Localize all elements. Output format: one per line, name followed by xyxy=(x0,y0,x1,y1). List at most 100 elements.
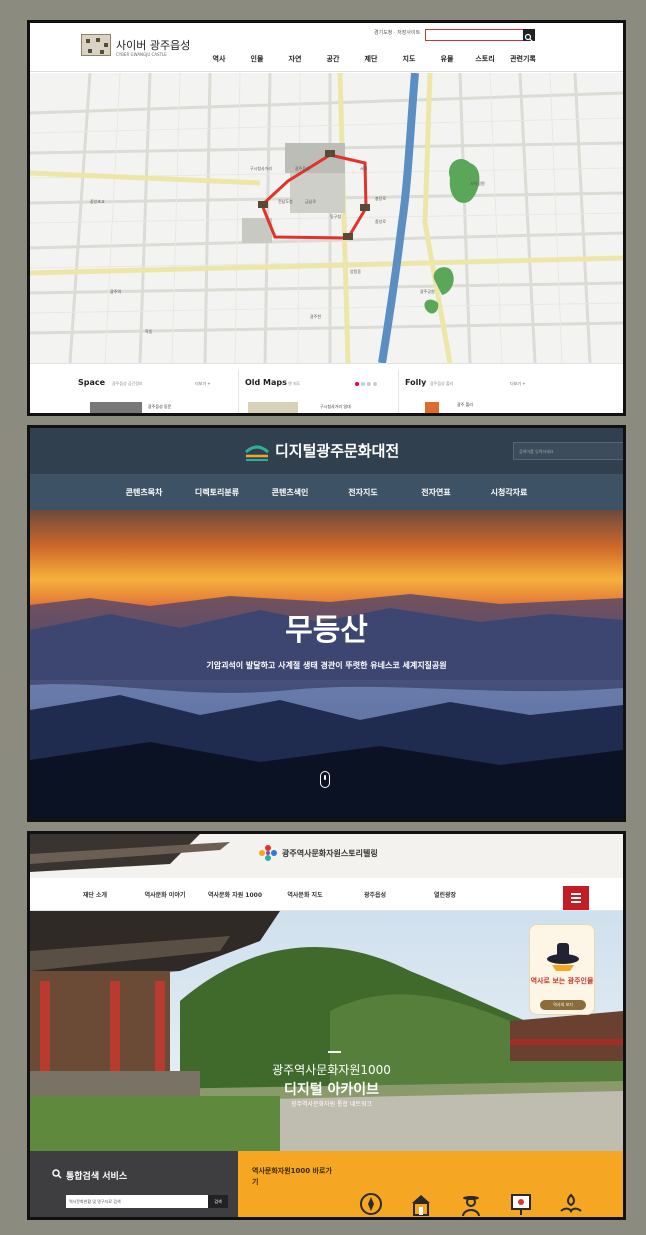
oldmap-thumbnail[interactable] xyxy=(248,402,298,413)
nav-item-relics[interactable]: 유물 xyxy=(428,54,466,64)
map-canvas: 광주읍성 서원충장로 사직공원중앙초교 구시청사거리 전남도청 금남로동구청 중앙로양… xyxy=(30,72,623,364)
info-sections: Space 광주읍성 공간정보 더보기 + 광주읍성 동문 Old Maps 옛… xyxy=(30,363,623,413)
svg-text:광주읍성: 광주읍성 xyxy=(295,165,310,171)
svg-text:충장로: 충장로 xyxy=(375,195,386,201)
nav-item-map[interactable]: 지도 xyxy=(390,54,428,64)
search-button[interactable] xyxy=(523,29,535,42)
folly-item-title[interactable]: 광주 폴리 xyxy=(457,402,473,408)
svg-text:중앙로: 중앙로 xyxy=(375,218,386,224)
svg-text:중앙초교: 중앙초교 xyxy=(90,198,105,204)
nav-item-castle[interactable]: 광주읍성 xyxy=(340,890,410,899)
space-item-title[interactable]: 광주읍성 동문 xyxy=(148,404,171,410)
site-logo-subtext: CYBER GWANGJU CASTLE xyxy=(116,52,167,57)
nav-item-forum[interactable]: 열린광장 xyxy=(410,890,480,899)
resource-shortcuts-panel: 역사문화자원1000 바로가기 xyxy=(238,1151,623,1217)
hero-kicker: 광주역사문화자원1000 xyxy=(272,1063,391,1077)
castle-map[interactable]: 광주읍성 서원충장로 사직공원중앙초교 구시청사거리 전남도청 금남로동구청 중앙로양… xyxy=(30,72,623,364)
building-icon[interactable] xyxy=(408,1191,434,1217)
oldmap-item-title[interactable]: 구시청사거리 일대 xyxy=(320,404,351,410)
hero-subtitle: 기암괴석이 발달하고 사계절 생태 경관이 뚜렷한 유네스코 세계지질공원 xyxy=(206,661,447,670)
card-title: 역사로 보는 광주인물 xyxy=(530,977,594,985)
card-button[interactable]: 역사의 보기 xyxy=(540,1000,586,1010)
section-oldmaps-title: Old Maps xyxy=(245,378,287,387)
nav-item-people[interactable]: 인물 xyxy=(238,54,276,64)
site-header: 사이버 광주읍성 CYBER GWANGJU CASTLE 경기도청 · 저장사… xyxy=(30,23,623,72)
site-logo[interactable] xyxy=(81,34,111,56)
nav-item-contents[interactable]: 콘텐츠목차 xyxy=(108,487,181,498)
hero-divider xyxy=(328,1051,341,1053)
svg-text:동구청: 동구청 xyxy=(330,213,341,219)
search-title: 통합검색 서비스 xyxy=(66,1172,128,1182)
section-space-subtitle: 광주읍성 공간정보 xyxy=(112,381,143,386)
svg-text:사직공원: 사직공원 xyxy=(470,180,485,186)
presentation-icon[interactable] xyxy=(508,1191,534,1217)
nav-item-records[interactable]: 관련기록 xyxy=(504,54,542,64)
site-header: 디지털광주문화대전 검색어를 입력하세요 xyxy=(30,428,623,474)
site-header: 광주역사문화자원스토리텔링 xyxy=(30,834,623,878)
section-folly-more-link[interactable]: 더보기 + xyxy=(510,381,526,387)
divider xyxy=(398,370,399,413)
nav-item-resources[interactable]: 역사문화 자원 1000 xyxy=(200,890,270,899)
nav-item-timeline[interactable]: 전자연표 xyxy=(400,487,473,498)
svg-text:학동: 학동 xyxy=(145,328,153,334)
hero-banner: 무등산 기암괴석이 발달하고 사계절 생태 경관이 뚜렷한 유네스코 세계지질공… xyxy=(30,510,623,819)
cyber-gwangju-castle-screenshot: 사이버 광주읍성 CYBER GWANGJU CASTLE 경기도청 · 저장사… xyxy=(27,20,626,416)
svg-text:광주역: 광주역 xyxy=(110,288,121,294)
svg-text:광주천: 광주천 xyxy=(310,313,321,319)
svg-text:금남로: 금남로 xyxy=(305,198,316,204)
main-nav: 재단 소개 역사문화 이야기 역사문화 자원 1000 역사문화 지도 광주읍성… xyxy=(30,878,623,911)
nav-item-directory[interactable]: 디렉토리분류 xyxy=(181,487,254,498)
nav-item-nature[interactable]: 자연 xyxy=(276,54,314,64)
search-button[interactable]: 검색 xyxy=(208,1195,228,1208)
search-input[interactable]: 역사문화현황 및 명구자료 검색 xyxy=(66,1195,208,1208)
section-space-title: Space xyxy=(78,378,106,387)
nav-item-story[interactable]: 스토리 xyxy=(466,54,504,64)
gat-hat-icon xyxy=(547,943,579,971)
folly-thumbnail[interactable] xyxy=(425,402,439,413)
hands-icon[interactable] xyxy=(558,1191,584,1217)
hamburger-menu-button[interactable] xyxy=(563,886,589,910)
search-input[interactable]: 검색어를 입력하세요 xyxy=(513,442,623,460)
integrated-search-panel: 통합검색 서비스 역사문화현황 및 명구자료 검색 검색 xyxy=(30,1151,238,1217)
search-icon xyxy=(52,1169,62,1179)
site-title[interactable]: 광주역사문화자원스토리텔링 xyxy=(282,848,378,859)
digital-gwangju-culture-screenshot: 디지털광주문화대전 검색어를 입력하세요 콘텐츠목차 디렉토리분류 콘텐츠색인 … xyxy=(27,425,626,822)
svg-text:광주공원: 광주공원 xyxy=(420,288,435,294)
svg-text:서원: 서원 xyxy=(360,165,368,171)
search-input[interactable] xyxy=(425,29,535,41)
site-logo-text: 사이버 광주읍성 xyxy=(116,39,191,52)
search-icon xyxy=(524,33,533,42)
hero-subtitle: 광주역사문화자원 통합 네트워크 xyxy=(290,1101,373,1108)
section-space-more-link[interactable]: 더보기 + xyxy=(195,381,211,387)
nav-item-index[interactable]: 콘텐츠색인 xyxy=(254,487,327,498)
section-oldmaps-subtitle: 옛 지도 xyxy=(288,381,301,386)
carousel-dots[interactable] xyxy=(355,382,377,386)
svg-text:전남도청: 전남도청 xyxy=(278,198,293,204)
divider xyxy=(238,370,239,413)
wave-logo-icon xyxy=(244,445,270,461)
nav-item-emap[interactable]: 전자지도 xyxy=(327,487,400,498)
svg-text:양림동: 양림동 xyxy=(350,268,361,274)
hero-title: 디지털 아카이브 xyxy=(283,1082,380,1098)
scroll-down-icon[interactable] xyxy=(320,771,330,788)
historical-figures-card[interactable]: 역사로 보는 광주인물 역사의 보기 xyxy=(529,924,595,1015)
space-thumbnail[interactable] xyxy=(90,402,142,413)
main-nav: 역사 인물 자연 공간 제단 지도 유물 스토리 관련기록 xyxy=(200,54,542,64)
compass-icon[interactable] xyxy=(358,1191,384,1217)
nav-item-history[interactable]: 역사 xyxy=(200,54,238,64)
person-icon[interactable] xyxy=(458,1191,484,1217)
section-folly-subtitle: 광주읍성 폴리 xyxy=(430,381,454,386)
gwangju-history-storytelling-screenshot: 광주역사문화자원스토리텔링 재단 소개 역사문화 이야기 역사문화 자원 100… xyxy=(27,831,626,1220)
nav-item-stories[interactable]: 역사문화 이야기 xyxy=(130,890,200,899)
section-folly-title: Folly xyxy=(405,378,427,387)
svg-text:구시청사거리: 구시청사거리 xyxy=(250,165,272,171)
shortcuts-title: 역사문화자원1000 바로가기 xyxy=(252,1167,332,1186)
hero-title: 무등산 xyxy=(285,613,368,648)
utility-links[interactable]: 경기도청 · 저장사이트 xyxy=(374,29,420,36)
nav-item-foundation[interactable]: 재단 소개 xyxy=(60,890,130,899)
nav-item-space[interactable]: 공간 xyxy=(314,54,352,64)
nav-item-media[interactable]: 시청각자료 xyxy=(473,487,546,498)
nav-item-map[interactable]: 역사문화 지도 xyxy=(270,890,340,899)
site-title[interactable]: 디지털광주문화대전 xyxy=(275,440,399,461)
nav-item-altar[interactable]: 제단 xyxy=(352,54,390,64)
